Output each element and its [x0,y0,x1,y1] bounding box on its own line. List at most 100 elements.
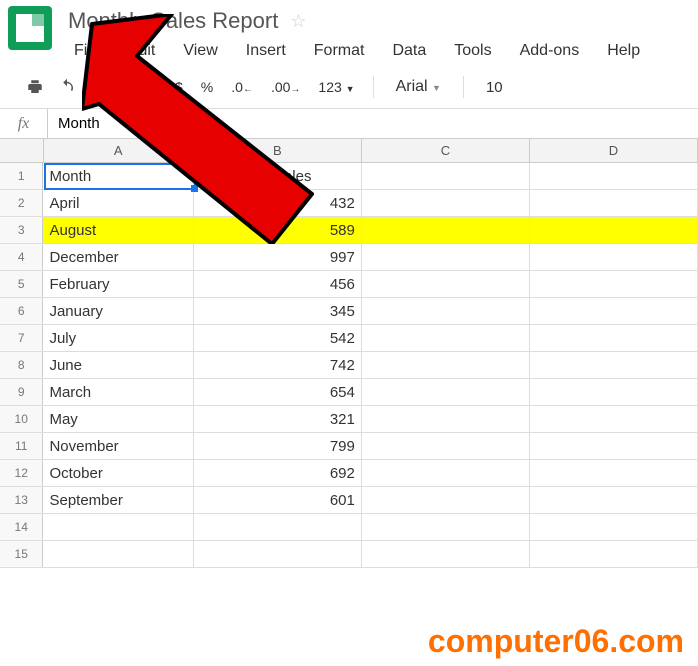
cell[interactable]: January [43,298,193,324]
cell[interactable] [194,514,362,540]
row-header[interactable]: 2 [0,190,43,216]
undo-button[interactable] [54,76,80,98]
menu-tools[interactable]: Tools [440,38,505,68]
increase-decimal-button[interactable]: .00→ [265,79,306,95]
cell[interactable]: 542 [194,325,362,351]
cell[interactable] [530,541,698,567]
cell[interactable] [362,433,530,459]
menu-data[interactable]: Data [378,38,440,68]
decrease-decimal-button[interactable]: .0← [225,79,259,95]
row-header[interactable]: 15 [0,541,43,567]
cell[interactable]: 345 [194,298,362,324]
column-header-B[interactable]: B [194,139,362,162]
redo-button[interactable] [86,76,112,98]
cell[interactable]: 692 [194,460,362,486]
row-header[interactable]: 4 [0,244,43,270]
cell[interactable]: 601 [194,487,362,513]
formula-input[interactable] [48,109,698,138]
select-all-corner[interactable] [0,139,44,162]
cell[interactable]: October [43,460,193,486]
cell[interactable] [362,406,530,432]
sheets-logo-icon[interactable] [8,6,52,50]
cell[interactable] [362,217,530,243]
currency-format-button[interactable]: $ [169,79,189,95]
print-button[interactable] [22,76,48,98]
row-header[interactable]: 7 [0,325,43,351]
cell[interactable] [43,541,193,567]
cell[interactable] [530,460,698,486]
spreadsheet-grid[interactable]: 1MonthNumber of Sales2April4323August589… [0,163,698,568]
row-header[interactable]: 10 [0,406,43,432]
cell[interactable] [362,460,530,486]
cell[interactable]: June [43,352,193,378]
cell[interactable]: 321 [194,406,362,432]
row-header[interactable]: 13 [0,487,43,513]
cell[interactable] [362,352,530,378]
cell[interactable]: April [43,190,193,216]
row-header[interactable]: 14 [0,514,43,540]
cell[interactable] [362,541,530,567]
row-header[interactable]: 5 [0,271,43,297]
cell[interactable]: Month [43,163,193,189]
row-header[interactable]: 8 [0,352,43,378]
cell[interactable] [43,514,193,540]
menu-edit[interactable]: Edit [114,38,170,68]
cell[interactable] [530,514,698,540]
cell[interactable]: 742 [194,352,362,378]
cell[interactable]: 456 [194,271,362,297]
column-header-C[interactable]: C [362,139,530,162]
column-header-D[interactable]: D [530,139,698,162]
cell[interactable]: 589 [194,217,362,243]
row-header[interactable]: 1 [0,163,43,189]
cell[interactable] [530,406,698,432]
cell[interactable] [530,433,698,459]
cell[interactable]: 997 [194,244,362,270]
cell[interactable] [530,190,698,216]
cell[interactable]: September [43,487,193,513]
cell[interactable] [530,244,698,270]
cell[interactable] [362,163,530,189]
cell[interactable]: 432 [194,190,362,216]
row-header[interactable]: 6 [0,298,43,324]
cell[interactable] [362,379,530,405]
cell[interactable] [362,514,530,540]
menu-file[interactable]: File [68,38,114,68]
cell[interactable]: November [43,433,193,459]
doc-title[interactable]: Monthly Sales Report [68,8,278,34]
cell[interactable] [530,379,698,405]
cell[interactable]: February [43,271,193,297]
cell[interactable] [362,271,530,297]
cell[interactable] [362,298,530,324]
cell[interactable]: 654 [194,379,362,405]
paint-format-button[interactable] [118,76,144,98]
column-header-A[interactable]: A [44,139,194,162]
cell[interactable] [362,244,530,270]
row-header[interactable]: 11 [0,433,43,459]
cell[interactable]: Number of Sales [194,163,362,189]
cell[interactable] [530,487,698,513]
menu-insert[interactable]: Insert [232,38,300,68]
menu-view[interactable]: View [169,38,231,68]
row-header[interactable]: 3 [0,217,43,243]
cell[interactable] [530,271,698,297]
row-header[interactable]: 12 [0,460,43,486]
menu-add-ons[interactable]: Add-ons [506,38,594,68]
menu-help[interactable]: Help [593,38,654,68]
cell[interactable] [530,217,698,243]
cell[interactable]: May [43,406,193,432]
cell[interactable] [530,325,698,351]
cell[interactable] [194,541,362,567]
cell[interactable]: August [43,217,193,243]
cell[interactable]: March [43,379,193,405]
row-header[interactable]: 9 [0,379,43,405]
cell[interactable] [530,298,698,324]
percent-format-button[interactable]: % [195,79,219,95]
font-family-select[interactable]: Arial ▼ [386,78,451,96]
menu-format[interactable]: Format [300,38,379,68]
cell[interactable] [530,163,698,189]
font-size-select[interactable]: 10 [476,79,513,96]
cell[interactable] [362,487,530,513]
star-icon[interactable]: ☆ [290,11,306,32]
cell[interactable] [530,352,698,378]
cell[interactable]: 799 [194,433,362,459]
